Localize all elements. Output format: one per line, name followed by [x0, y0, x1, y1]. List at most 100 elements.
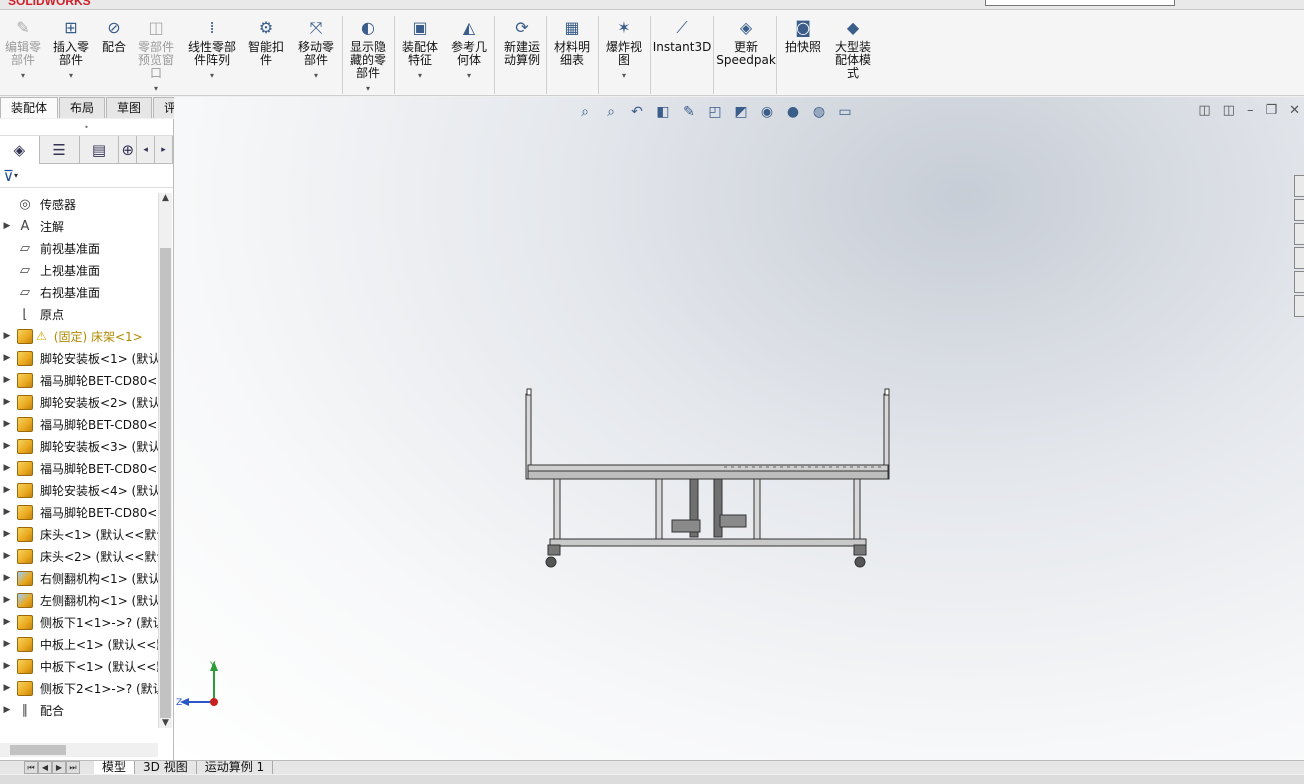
- expand-arrow-icon[interactable]: ▶: [0, 221, 14, 231]
- tree-node[interactable]: ▱ 右视基准面: [0, 281, 158, 303]
- bottom-tab-2[interactable]: 运动算例 1: [197, 761, 274, 774]
- tree-node[interactable]: ▶ 床头<2> (默认<<默认: [0, 545, 158, 567]
- propertymanager-tab[interactable]: ☰: [40, 136, 80, 164]
- expand-arrow-icon[interactable]: ▶: [0, 551, 14, 561]
- task-pane-tab-appearances[interactable]: [1294, 271, 1304, 293]
- tile-right-icon[interactable]: ◫: [1223, 103, 1235, 118]
- ribbon-button-instant3d[interactable]: ⟋ Instant3D: [653, 16, 712, 96]
- expand-arrow-icon[interactable]: ▶: [0, 353, 14, 363]
- task-pane-tab-resources[interactable]: [1294, 175, 1304, 197]
- tree-vertical-scrollbar[interactable]: ▲ ▼: [158, 193, 172, 728]
- ribbon-button-show-hidden[interactable]: ◐ 显示隐 藏的零 部件 ▾: [346, 16, 390, 96]
- tab-scroll-left[interactable]: ◂: [137, 136, 156, 164]
- tree-node[interactable]: ⌊ 原点: [0, 303, 158, 325]
- task-pane-tab-library[interactable]: [1294, 199, 1304, 221]
- scroll-up-icon[interactable]: ▲: [159, 193, 172, 203]
- ribbon-button-smart-fastener[interactable]: ⚙ 智能扣 件: [244, 16, 288, 96]
- vertical-scroll-thumb[interactable]: [160, 248, 171, 718]
- tree-node[interactable]: ▶ 中板下<1> (默认<<默: [0, 655, 158, 677]
- ribbon-button-speedpak[interactable]: ◈ 更新 Speedpak: [716, 16, 776, 96]
- dropdown-arrow-icon[interactable]: ▾: [467, 69, 471, 82]
- ribbon-button-component-preview[interactable]: ◫ 零部件 预览窗 口 ▾: [133, 16, 179, 96]
- task-pane-tab-explorer[interactable]: [1294, 223, 1304, 245]
- expand-arrow-icon[interactable]: ▶: [0, 507, 14, 517]
- configurationmanager-tab[interactable]: ▤: [80, 136, 120, 164]
- ribbon-button-move-component[interactable]: ⤧ 移动零 部件 ▾: [294, 16, 338, 96]
- tree-node[interactable]: ▶ A 注解: [0, 215, 158, 237]
- tree-node[interactable]: ▶ 福马脚轮BET-CD80<: [0, 413, 158, 435]
- tree-node[interactable]: ▶ 左侧翻机构<1> (默认: [0, 589, 158, 611]
- section-view-icon[interactable]: ◧: [652, 103, 674, 121]
- tree-horizontal-scrollbar[interactable]: [0, 743, 158, 757]
- expand-arrow-icon[interactable]: ▶: [0, 463, 14, 473]
- minimize-icon[interactable]: –: [1247, 103, 1254, 118]
- bed-assembly-model[interactable]: [514, 387, 904, 577]
- expand-arrow-icon[interactable]: ▶: [0, 595, 14, 605]
- horizontal-scroll-thumb[interactable]: [10, 745, 66, 755]
- dropdown-arrow-icon[interactable]: ▾: [314, 69, 318, 82]
- tree-node[interactable]: ▶ 右侧翻机构<1> (默认: [0, 567, 158, 589]
- edit-appearance-icon[interactable]: ●: [782, 103, 804, 121]
- expand-arrow-icon[interactable]: ▶: [0, 661, 14, 671]
- dropdown-arrow-icon[interactable]: ▾: [154, 82, 158, 95]
- dropdown-arrow-icon[interactable]: ▾: [418, 69, 422, 82]
- ribbon-button-motion-study[interactable]: ⟳ 新建运 动算例: [500, 16, 544, 96]
- tree-node[interactable]: ▶ 福马脚轮BET-CD80<: [0, 457, 158, 479]
- ribbon-button-mate[interactable]: ⊘ 配合: [98, 16, 130, 96]
- tree-node[interactable]: ▶ 侧板下2<1>->? (默认: [0, 677, 158, 699]
- search-input[interactable]: [985, 0, 1175, 6]
- tab-scroll-right[interactable]: ▸: [155, 136, 174, 164]
- tree-node[interactable]: ▶ 脚轮安装板<1> (默认: [0, 347, 158, 369]
- view-settings-icon[interactable]: ▭: [834, 103, 856, 121]
- tree-node[interactable]: ▱ 前视基准面: [0, 237, 158, 259]
- tree-node[interactable]: ▶ 福马脚轮BET-CD80<: [0, 501, 158, 523]
- tab-0[interactable]: 装配体: [0, 97, 59, 118]
- dynamic-annotation-icon[interactable]: ✎: [678, 103, 700, 121]
- ribbon-button-exploded-view[interactable]: ✶ 爆炸视 图 ▾: [602, 16, 646, 96]
- zoom-to-area-icon[interactable]: ⌕: [600, 103, 622, 121]
- expand-arrow-icon[interactable]: ▶: [0, 705, 14, 715]
- hide-show-items-icon[interactable]: ◉: [756, 103, 778, 121]
- tree-node[interactable]: ▶ 侧板下1<1>->? (默认: [0, 611, 158, 633]
- expand-arrow-icon[interactable]: ▶: [0, 331, 14, 341]
- tree-node[interactable]: ▶ 福马脚轮BET-CD80<: [0, 369, 158, 391]
- tile-left-icon[interactable]: ◫: [1198, 103, 1210, 118]
- dropdown-arrow-icon[interactable]: ▾: [69, 69, 73, 82]
- ribbon-button-large-assembly[interactable]: ◆ 大型装 配体模 式: [830, 16, 876, 96]
- tree-node[interactable]: ▶ 中板上<1> (默认<<默: [0, 633, 158, 655]
- dropdown-arrow-icon[interactable]: ▾: [210, 69, 214, 82]
- expand-arrow-icon[interactable]: ▶: [0, 419, 14, 429]
- tree-filter[interactable]: ⊽ ▾: [0, 164, 173, 188]
- pane-grip[interactable]: •: [0, 119, 173, 136]
- bottom-tab-1[interactable]: 3D 视图: [135, 761, 197, 774]
- zoom-to-fit-icon[interactable]: ⌕: [574, 103, 596, 121]
- expand-arrow-icon[interactable]: ▶: [0, 441, 14, 451]
- graphics-area[interactable]: ⌕ ⌕ ↶ ◧ ✎ ◰ ◩ ◉ ● ◍ ▭ ◫ ◫ – ❐ ✕ Y Z: [174, 97, 1304, 760]
- expand-arrow-icon[interactable]: ▶: [0, 397, 14, 407]
- expand-arrow-icon[interactable]: ▶: [0, 617, 14, 627]
- bottom-tab-0[interactable]: 模型: [94, 761, 136, 774]
- tree-node[interactable]: ▶ 脚轮安装板<2> (默认: [0, 391, 158, 413]
- tree-node[interactable]: ◎ 传感器: [0, 193, 158, 215]
- tree-node[interactable]: ▶ 床头<1> (默认<<默认: [0, 523, 158, 545]
- dropdown-arrow-icon[interactable]: ▾: [622, 69, 626, 82]
- expand-arrow-icon[interactable]: ▶: [0, 573, 14, 583]
- task-pane-tab-palette[interactable]: [1294, 247, 1304, 269]
- ribbon-button-reference-geometry[interactable]: ◭ 参考几 何体 ▾: [446, 16, 492, 96]
- dimxpert-tab[interactable]: ⊕: [119, 136, 138, 164]
- tree-node[interactable]: ▶ ⚠ (固定) 床架<1>: [0, 325, 158, 347]
- featuremanager-tab[interactable]: ◈: [0, 136, 40, 164]
- previous-tab-button[interactable]: ◀: [38, 761, 52, 774]
- close-icon[interactable]: ✕: [1289, 103, 1300, 118]
- dropdown-arrow-icon[interactable]: ▾: [366, 82, 370, 95]
- view-orientation-icon[interactable]: ◰: [704, 103, 726, 121]
- expand-arrow-icon[interactable]: ▶: [0, 683, 14, 693]
- previous-view-icon[interactable]: ↶: [626, 103, 648, 121]
- display-style-icon[interactable]: ◩: [730, 103, 752, 121]
- ribbon-button-linear-pattern[interactable]: ⁞ 线性零部 件阵列 ▾: [184, 16, 240, 96]
- tree-node[interactable]: ▶ 脚轮安装板<4> (默认: [0, 479, 158, 501]
- expand-arrow-icon[interactable]: ▶: [0, 529, 14, 539]
- next-tab-button[interactable]: ▶: [52, 761, 66, 774]
- restore-icon[interactable]: ❐: [1265, 103, 1277, 118]
- first-tab-button[interactable]: ⏮: [24, 761, 38, 774]
